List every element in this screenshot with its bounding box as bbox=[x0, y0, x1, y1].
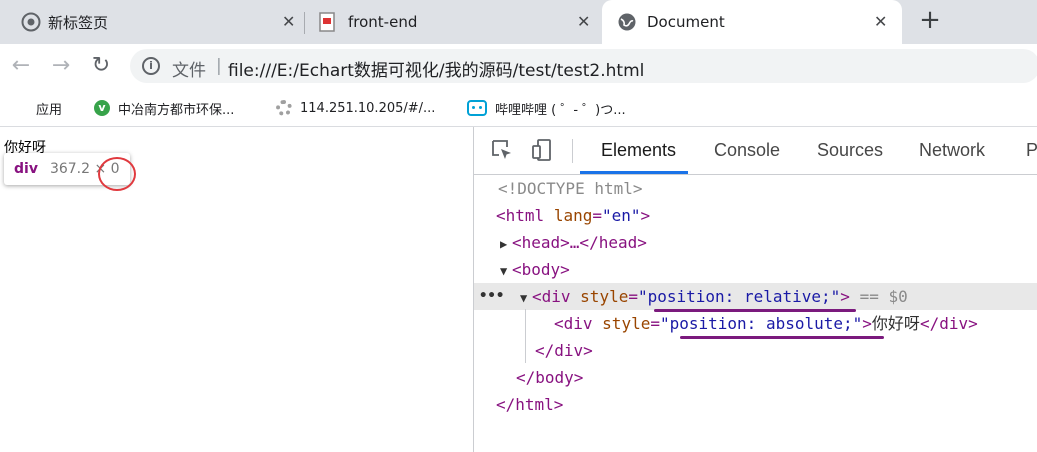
div-close-tag: </div> bbox=[919, 314, 978, 333]
info-icon[interactable]: i bbox=[142, 57, 160, 75]
page-icon bbox=[319, 12, 335, 32]
div-close-tag: </div> bbox=[535, 341, 593, 360]
bookmark-apps[interactable]: 应用 bbox=[12, 97, 62, 119]
annotation-underline bbox=[680, 336, 884, 339]
bilibili-icon bbox=[467, 100, 487, 116]
body-tag: <body> bbox=[512, 260, 570, 279]
forward-button[interactable]: → bbox=[48, 53, 74, 79]
tooltip-tag: div bbox=[14, 161, 38, 177]
active-tab-indicator bbox=[580, 171, 688, 174]
bookmark-label: 114.251.10.205/#/... bbox=[300, 100, 436, 116]
tab-new-tab[interactable]: 新标签页 ✕ bbox=[8, 0, 304, 44]
body-close-tag: </body> bbox=[516, 368, 584, 387]
expand-triangle-icon[interactable]: ▶ bbox=[500, 231, 512, 258]
device-toolbar-icon[interactable] bbox=[530, 138, 554, 162]
attr-value: "en" bbox=[601, 206, 641, 225]
bookmark-label: 哔哩哔哩 ( ゜- ゜)つ... bbox=[495, 102, 626, 118]
tab-network[interactable]: Network bbox=[919, 140, 985, 161]
tab-console[interactable]: Console bbox=[714, 140, 780, 161]
dom-line-body-close[interactable]: </body> bbox=[474, 364, 1037, 391]
browser-toolbar: ← → ↻ i 文件 | file:///E:/Echart数据可视化/我的源码… bbox=[0, 44, 1037, 90]
doctype-text: <!DOCTYPE html> bbox=[498, 179, 643, 198]
url-separator: | bbox=[216, 56, 222, 76]
chrome-icon bbox=[21, 12, 41, 32]
dom-line-doctype[interactable]: <!DOCTYPE html> bbox=[474, 175, 1037, 202]
close-icon[interactable]: ✕ bbox=[577, 14, 590, 30]
dom-line-div-absolute[interactable]: <div style="position: absolute;">你好呀</di… bbox=[474, 310, 1037, 337]
bookmarks-bar: 应用 v 中冶南方都市环保... 114.251.10.205/#/... 哔哩… bbox=[0, 90, 1037, 127]
bookmark-label: 中冶南方都市环保... bbox=[118, 102, 235, 118]
div-tag: <div bbox=[554, 314, 593, 333]
bookmark-label: 应用 bbox=[36, 102, 63, 118]
globe-icon bbox=[618, 13, 636, 31]
new-tab-button[interactable]: + bbox=[918, 7, 942, 33]
devtools-panel: Elements Console Sources Network Pe <!DO… bbox=[473, 127, 1037, 452]
scheme-label: 文件 bbox=[172, 61, 206, 81]
html-close-tag: </html> bbox=[496, 395, 564, 414]
annotation-circle bbox=[98, 157, 136, 191]
head-tag: <head>…</head> bbox=[512, 233, 647, 252]
html-tag: <html bbox=[496, 206, 545, 225]
attr-value: "position: relative;" bbox=[637, 287, 841, 306]
inspect-element-icon[interactable] bbox=[490, 138, 514, 162]
tab-title: front-end bbox=[348, 13, 418, 31]
tab-title: Document bbox=[647, 13, 725, 31]
toolbar-divider bbox=[572, 139, 573, 163]
v-site-icon: v bbox=[94, 100, 110, 116]
url-text[interactable]: file:///E:/Echart数据可视化/我的源码/test/test2.h… bbox=[228, 56, 644, 81]
tab-document[interactable]: Document ✕ bbox=[602, 0, 902, 44]
collapse-triangle-icon[interactable]: ▼ bbox=[500, 258, 512, 285]
tab-performance[interactable]: Pe bbox=[1026, 140, 1037, 161]
selected-marker: == $0 bbox=[859, 287, 908, 306]
text-node: 你好呀 bbox=[871, 314, 920, 333]
close-icon[interactable]: ✕ bbox=[282, 14, 295, 30]
address-bar[interactable]: i 文件 | file:///E:/Echart数据可视化/我的源码/test/… bbox=[130, 49, 1037, 83]
gear-icon bbox=[276, 100, 292, 116]
bookmark-item[interactable]: v 中冶南方都市环保... bbox=[94, 97, 234, 119]
div-tag: <div bbox=[532, 287, 571, 306]
tab-elements[interactable]: Elements bbox=[601, 140, 676, 161]
dom-line-div-relative[interactable]: ••• ▼ <div style="position: relative;"> =… bbox=[474, 283, 1037, 310]
annotation-underline bbox=[654, 309, 856, 312]
back-button[interactable]: ← bbox=[8, 53, 34, 79]
indent-guide bbox=[525, 309, 526, 363]
attr-value: "position: absolute;" bbox=[659, 314, 863, 333]
attr-name: lang bbox=[553, 206, 593, 225]
bookmark-item[interactable]: 哔哩哔哩 ( ゜- ゜)つ... bbox=[467, 97, 626, 119]
tab-strip: 新标签页 ✕ front-end ✕ Document ✕ + bbox=[0, 0, 1037, 44]
tab-sources[interactable]: Sources bbox=[817, 140, 883, 161]
close-icon[interactable]: ✕ bbox=[874, 14, 887, 30]
bookmark-item[interactable]: 114.251.10.205/#/... bbox=[276, 97, 435, 119]
apps-icon bbox=[12, 100, 28, 116]
dom-line-html-close[interactable]: </html> bbox=[474, 391, 1037, 418]
collapse-triangle-icon[interactable]: ▼ bbox=[520, 285, 532, 312]
reload-button[interactable]: ↻ bbox=[88, 53, 114, 79]
attr-name: style bbox=[580, 287, 629, 306]
dom-line-body[interactable]: ▼ <body> bbox=[474, 256, 1037, 283]
devtools-toolbar: Elements Console Sources Network Pe bbox=[474, 127, 1037, 175]
dom-line-head[interactable]: ▶ <head>…</head> bbox=[474, 229, 1037, 256]
tab-front-end[interactable]: front-end ✕ bbox=[305, 0, 601, 44]
dom-line-html[interactable]: <html lang="en"> bbox=[474, 202, 1037, 229]
dom-line-div-close[interactable]: </div> bbox=[474, 337, 1037, 364]
more-options-icon[interactable]: ••• bbox=[479, 283, 504, 310]
tab-title: 新标签页 bbox=[48, 13, 109, 32]
page-viewport: 你好呀 div 367.2 × 0 bbox=[0, 127, 473, 452]
attr-name: style bbox=[602, 314, 651, 333]
